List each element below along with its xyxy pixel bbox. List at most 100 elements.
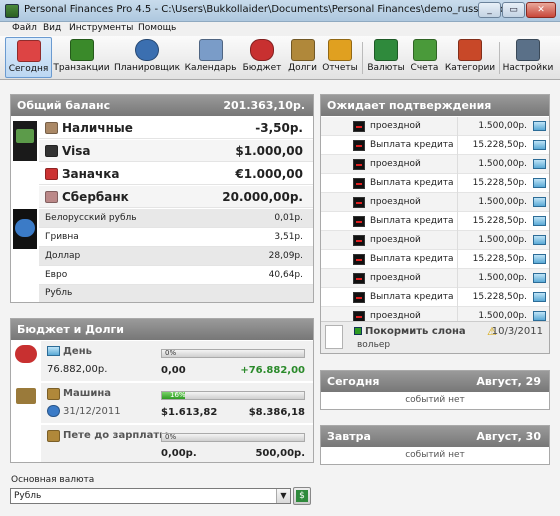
pending-item[interactable]: Выплата кредита 15.228,50р. bbox=[321, 136, 549, 155]
close-button[interactable]: ✕ bbox=[526, 2, 556, 18]
envelope-icon[interactable] bbox=[533, 254, 546, 264]
envelope-icon[interactable] bbox=[533, 273, 546, 283]
budget-progress-bar: 0% bbox=[161, 433, 305, 442]
toolbar-settings-button[interactable]: Настройки bbox=[502, 37, 554, 78]
currency-row: Евро 40,64р. bbox=[39, 266, 313, 285]
pending-panel: Ожидает подтверждения ? проездной1.500,0… bbox=[320, 94, 550, 354]
money-stack-icon bbox=[290, 39, 315, 61]
budget-item[interactable]: Пете до зарплаты 0% 0,00р. 500,00р. bbox=[41, 425, 313, 462]
toolbar-budget-button[interactable]: Бюджет bbox=[240, 37, 284, 78]
envelope-icon[interactable] bbox=[533, 121, 546, 131]
status-indicator-icon bbox=[354, 327, 362, 335]
budget-progress-bar: 0% bbox=[161, 349, 305, 358]
currency-row: Доллар 28,09р. bbox=[39, 247, 313, 266]
currency-settings-button[interactable]: $ bbox=[293, 487, 311, 505]
toolbar-debts-button[interactable]: Долги bbox=[286, 37, 319, 78]
currency-row: Белорусский рубль 0,01р. bbox=[39, 209, 313, 228]
pending-item[interactable]: Выплата кредита 15.228,50р. bbox=[321, 174, 549, 193]
balance-panel: Общий баланс 201.363,10р. Наличные -3,50… bbox=[10, 94, 314, 303]
title-bar: Personal Finances Pro 4.5 - C:\Users\Buk… bbox=[0, 0, 560, 22]
safe-icon bbox=[45, 191, 58, 203]
maximize-button[interactable]: ▭ bbox=[502, 2, 525, 18]
toolbar-accounts-button[interactable]: Счета bbox=[407, 37, 442, 78]
pending-item[interactable]: проездной 1.500,00р. bbox=[321, 269, 549, 288]
envelope-icon[interactable] bbox=[533, 159, 546, 169]
column-divider bbox=[457, 174, 458, 193]
pending-item[interactable]: проездной 1.500,00р. bbox=[321, 117, 549, 136]
today-empty-text: событий нет bbox=[405, 395, 465, 405]
envelope-icon[interactable] bbox=[533, 178, 546, 188]
budget-item[interactable]: День 76.882,00р. 0% 0,00 +76.882,00 bbox=[41, 341, 313, 381]
pie-chart-icon bbox=[328, 39, 352, 61]
expense-icon bbox=[353, 254, 365, 265]
menu-view[interactable]: Вид bbox=[43, 23, 61, 33]
today-title: Сегодня bbox=[327, 375, 380, 388]
car-icon bbox=[47, 388, 60, 400]
toolbar-reports-button[interactable]: Отчеты bbox=[321, 37, 359, 78]
envelope-icon[interactable] bbox=[533, 311, 546, 321]
window-title: Personal Finances Pro 4.5 - C:\Users\Buk… bbox=[24, 4, 514, 15]
computer-settings-icon bbox=[516, 39, 540, 61]
envelope-icon bbox=[47, 346, 60, 356]
expense-icon bbox=[353, 159, 365, 170]
today-date: Август, 29 bbox=[476, 375, 541, 388]
toolbar: Сегодня Транзакции Планировщик Календарь… bbox=[0, 36, 560, 80]
toolbar-categories-button[interactable]: Категории bbox=[444, 37, 496, 78]
pending-item[interactable]: проездной 1.500,00р. bbox=[321, 155, 549, 174]
expense-icon bbox=[353, 216, 365, 227]
pending-item[interactable]: проездной 1.500,00р. bbox=[321, 193, 549, 212]
main-currency-label: Основная валюта bbox=[11, 475, 95, 485]
piggy-bank-icon bbox=[250, 39, 274, 61]
envelope-icon[interactable] bbox=[533, 140, 546, 150]
currency-exchange-icon bbox=[13, 209, 37, 249]
expense-icon bbox=[353, 235, 365, 246]
pending-item[interactable]: Выплата кредита 15.228,50р. bbox=[321, 288, 549, 307]
pending-item[interactable]: проездной 1.500,00р. bbox=[321, 231, 549, 250]
toolbar-calendar-button[interactable]: Календарь bbox=[183, 37, 238, 78]
column-divider bbox=[457, 155, 458, 174]
currency-row: Гривна 3,51р. bbox=[39, 228, 313, 247]
today-header: Сегодня Август, 29 bbox=[321, 371, 549, 392]
column-divider bbox=[457, 212, 458, 231]
toolbar-currencies-button[interactable]: Валюты bbox=[366, 37, 406, 78]
toolbar-transactions-button[interactable]: Транзакции bbox=[53, 37, 110, 78]
envelope-icon[interactable] bbox=[533, 197, 546, 207]
pending-item[interactable]: Выплата кредита 15.228,50р. bbox=[321, 250, 549, 269]
envelope-icon[interactable] bbox=[533, 292, 546, 302]
column-divider bbox=[457, 250, 458, 269]
envelope-icon[interactable] bbox=[533, 235, 546, 245]
column-divider bbox=[457, 231, 458, 250]
wallet-icon bbox=[45, 122, 58, 134]
ledger-book-icon bbox=[69, 39, 94, 61]
menu-file[interactable]: Файл bbox=[12, 23, 37, 33]
menu-help[interactable]: Помощь bbox=[138, 23, 176, 33]
toolbar-separator bbox=[499, 42, 500, 74]
minimize-button[interactable]: _ bbox=[478, 2, 501, 18]
reminder-item[interactable]: Покормить слона ⚠ 10/3/2011 вольер bbox=[321, 321, 549, 353]
expense-icon bbox=[353, 121, 365, 132]
chevron-down-icon[interactable]: ▼ bbox=[276, 489, 290, 503]
main-currency-select[interactable]: Рубль ▼ bbox=[10, 488, 291, 504]
envelope-icon[interactable] bbox=[533, 216, 546, 226]
column-divider bbox=[457, 269, 458, 288]
expense-icon bbox=[353, 178, 365, 189]
expense-icon bbox=[353, 197, 365, 208]
account-row[interactable]: Сбербанк 20.000,00р. bbox=[39, 186, 313, 208]
pending-header: Ожидает подтверждения bbox=[321, 95, 549, 116]
account-row[interactable]: Visa $1.000,00 bbox=[39, 140, 313, 162]
column-divider bbox=[457, 193, 458, 212]
account-row[interactable]: Наличные -3,50р. bbox=[39, 117, 313, 139]
budget-item[interactable]: Машина 31/12/2011 16% $1.613,82 $8.386,1… bbox=[41, 383, 313, 423]
toolbar-planner-button[interactable]: Планировщик bbox=[112, 37, 182, 78]
account-row[interactable]: Заначка €1.000,00 bbox=[39, 163, 313, 185]
pending-item[interactable]: Выплата кредита 15.228,50р. bbox=[321, 212, 549, 231]
today-panel: Сегодня Август, 29 событий нет bbox=[320, 370, 550, 410]
menu-tools[interactable]: Инструменты bbox=[69, 23, 133, 33]
app-icon bbox=[5, 4, 19, 18]
toolbar-separator bbox=[362, 42, 363, 74]
toolbar-today-button[interactable]: Сегодня bbox=[5, 37, 52, 78]
column-divider bbox=[457, 117, 458, 136]
piggy-icon bbox=[45, 168, 58, 180]
credit-card-icon bbox=[45, 145, 58, 157]
budget-header: Бюджет и Долги bbox=[11, 319, 313, 340]
